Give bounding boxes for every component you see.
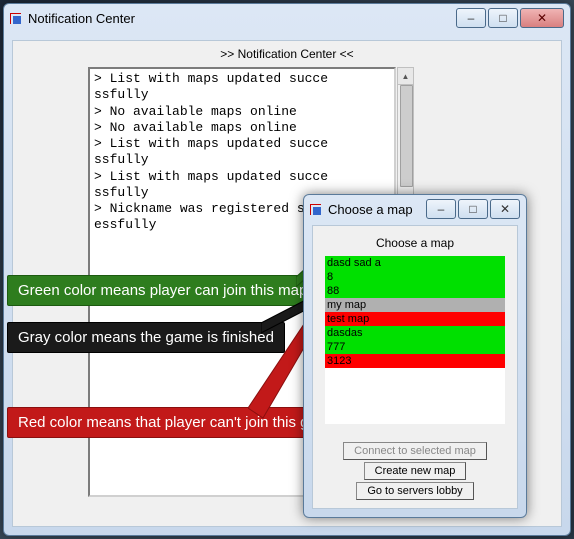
map-minimize-button[interactable]: – [426,199,456,219]
map-titlebar[interactable]: Choose a map – □ ✕ [304,195,526,223]
callout-green: Green color means player can join this m… [7,275,318,306]
callout-gray: Gray color means the game is finished [7,322,285,353]
scroll-up-arrow[interactable]: ▲ [398,68,413,85]
map-window-title: Choose a map [328,202,426,217]
map-list-item[interactable]: 8 [325,270,505,284]
connect-button[interactable]: Connect to selected map [343,442,487,460]
window-title: Notification Center [28,11,456,26]
desktop: Notification Center – □ ✕ >> Notificatio… [0,0,574,539]
notification-header: >> Notification Center << [13,47,561,61]
tk-icon [10,11,24,25]
map-list-item[interactable]: 3123 [325,354,505,368]
tk-icon [310,202,324,216]
servers-lobby-button[interactable]: Go to servers lobby [356,482,473,500]
map-window-buttons: – □ ✕ [426,199,520,219]
map-list-item[interactable]: 777 [325,340,505,354]
maximize-button[interactable]: □ [488,8,518,28]
create-map-button[interactable]: Create new map [364,462,467,480]
map-list-item[interactable]: test map [325,312,505,326]
map-list-item[interactable]: my map [325,298,505,312]
map-close-button[interactable]: ✕ [490,199,520,219]
scroll-thumb[interactable] [400,85,413,187]
map-list-item[interactable]: 88 [325,284,505,298]
map-listbox[interactable]: dasd sad a888my maptest mapdasdas7773123 [325,256,505,424]
choose-map-window: Choose a map – □ ✕ Choose a map dasd sad… [303,194,527,518]
window-buttons: – □ ✕ [456,8,564,28]
minimize-button[interactable]: – [456,8,486,28]
map-list-item[interactable]: dasd sad a [325,256,505,270]
map-header: Choose a map [313,236,517,250]
map-window-body: Choose a map dasd sad a888my maptest map… [312,225,518,509]
map-list-item[interactable]: dasdas [325,326,505,340]
map-button-group: Connect to selected map Create new map G… [313,442,517,500]
map-maximize-button[interactable]: □ [458,199,488,219]
close-button[interactable]: ✕ [520,8,564,28]
titlebar[interactable]: Notification Center – □ ✕ [4,4,570,32]
